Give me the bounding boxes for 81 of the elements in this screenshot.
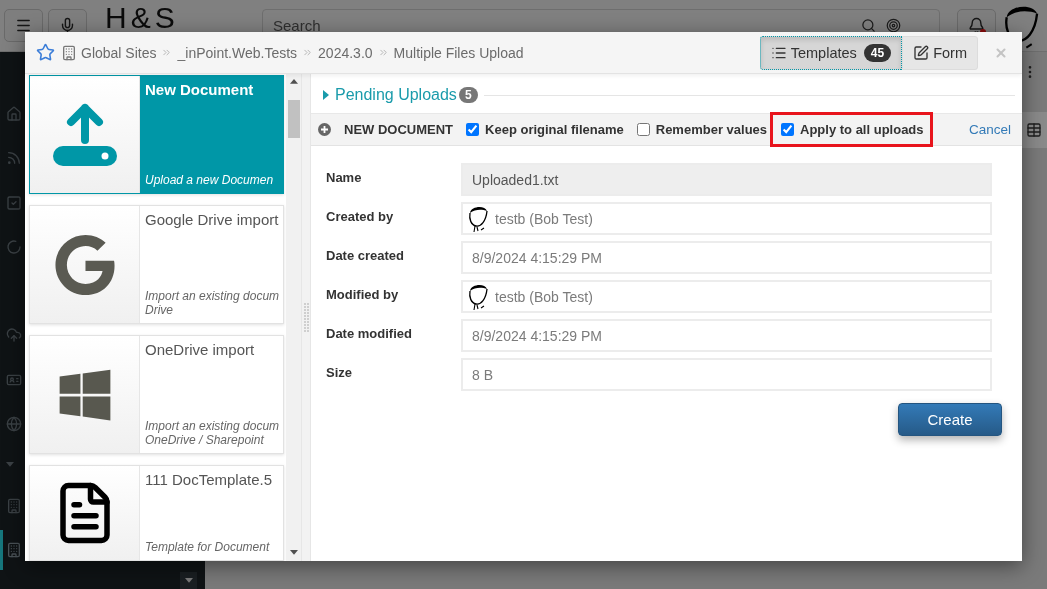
building-icon[interactable] bbox=[6, 497, 22, 514]
count-badge: 45 bbox=[863, 43, 892, 62]
building-icon[interactable] bbox=[6, 541, 22, 558]
template-description: Upload a new Documen bbox=[145, 173, 275, 187]
avatar-icon bbox=[467, 282, 489, 311]
template-card[interactable]: OneDrive import Import an existing docum OneDrive / Sharepoint bbox=[29, 335, 284, 454]
template-description: Import an existing docum Drive bbox=[145, 289, 281, 317]
home-icon[interactable] bbox=[6, 106, 22, 123]
double-chevron-icon bbox=[302, 47, 314, 58]
upload-icon bbox=[51, 102, 118, 167]
input-field[interactable]: testb (Bob Test) bbox=[461, 280, 992, 313]
avatar-icon bbox=[467, 204, 489, 233]
target-icon[interactable] bbox=[886, 18, 901, 33]
field-label: Modified by bbox=[326, 286, 400, 302]
template-card[interactable]: Google Drive import Import an existing docum Drive bbox=[29, 205, 284, 324]
template-description: Template for Document bbox=[145, 540, 271, 554]
dropdown-button[interactable] bbox=[180, 572, 197, 589]
spinner-icon[interactable] bbox=[6, 238, 22, 255]
cancel-link[interactable]: Cancel bbox=[968, 122, 1011, 137]
field-label: Size bbox=[326, 364, 353, 380]
grip-icon[interactable] bbox=[303, 302, 309, 333]
star-icon[interactable] bbox=[36, 43, 55, 62]
caret-down-icon bbox=[184, 578, 193, 583]
close-icon bbox=[994, 45, 1008, 60]
template-title: OneDrive import bbox=[145, 341, 256, 359]
double-chevron-icon bbox=[161, 47, 173, 58]
input-field[interactable]: testb (Bob Test) bbox=[461, 202, 992, 235]
template-title: 111 DocTemplate.5 bbox=[145, 471, 274, 489]
scrollbar[interactable] bbox=[286, 74, 301, 561]
check-square-icon[interactable] bbox=[6, 194, 22, 211]
caret-right-icon bbox=[323, 90, 329, 100]
building-icon bbox=[61, 44, 77, 61]
template-card[interactable]: New Document Upload a new Documen bbox=[29, 75, 284, 194]
toolbar-title: NEW DOCUMENT bbox=[344, 122, 454, 137]
field-label: Created by bbox=[326, 208, 395, 224]
cloud-upload-icon[interactable] bbox=[6, 327, 22, 344]
globe-icon[interactable] bbox=[6, 416, 22, 432]
template-title: Google Drive import bbox=[145, 211, 280, 229]
checkbox[interactable] bbox=[466, 123, 480, 136]
search-input[interactable]: Search bbox=[273, 17, 851, 34]
plus-circle-icon[interactable] bbox=[318, 123, 331, 136]
checkbox[interactable] bbox=[781, 123, 795, 136]
breadcrumb-link[interactable]: _inPoint.Web.Tests bbox=[177, 44, 298, 61]
bell-icon bbox=[968, 17, 985, 34]
count-badge: 5 bbox=[458, 87, 478, 103]
scrollbar-thumb[interactable] bbox=[287, 99, 300, 138]
logo: H&S bbox=[105, 3, 180, 33]
scroll-up-icon bbox=[289, 79, 298, 84]
checkbox[interactable] bbox=[636, 123, 650, 136]
breadcrumb-link[interactable]: 2024.3.0 bbox=[318, 44, 373, 61]
checkbox-label[interactable]: Remember values bbox=[655, 122, 768, 137]
double-chevron-icon bbox=[377, 47, 389, 58]
template-description: Import an existing docum OneDrive / Sharepoint bbox=[145, 419, 281, 447]
rss-icon[interactable] bbox=[6, 150, 22, 167]
toolbar-button[interactable] bbox=[1022, 112, 1047, 148]
view-tab[interactable]: Form bbox=[902, 35, 978, 70]
checkbox-label[interactable]: Apply to all uploads bbox=[800, 122, 924, 137]
menu-icon bbox=[15, 17, 32, 34]
view-tab[interactable]: Templates 45 bbox=[759, 35, 903, 70]
search-icon[interactable] bbox=[861, 18, 876, 33]
microphone-icon bbox=[59, 17, 76, 34]
template-title: New Document bbox=[145, 81, 255, 99]
g-logo-icon bbox=[53, 233, 116, 296]
pending-uploads-toggle[interactable]: Pending Uploads bbox=[323, 86, 457, 104]
caret-down-icon bbox=[6, 462, 14, 468]
breadcrumb-link[interactable]: Global Sites bbox=[81, 44, 157, 61]
field-label: Date modified bbox=[326, 325, 413, 341]
breadcrumb-current: Multiple Files Upload bbox=[393, 44, 524, 61]
checkbox-label[interactable]: Keep original filename bbox=[485, 122, 624, 137]
input-field[interactable]: 8/9/2024 4:15:29 PM bbox=[461, 319, 992, 352]
template-card[interactable]: 111 DocTemplate.5 Template for Document bbox=[29, 465, 284, 561]
input-field[interactable]: 8 B bbox=[461, 358, 992, 391]
table-icon bbox=[1026, 122, 1042, 138]
input-field[interactable]: 8/9/2024 4:15:29 PM bbox=[461, 241, 992, 274]
close-button[interactable] bbox=[994, 45, 1008, 60]
field-label: Date created bbox=[326, 247, 406, 263]
create-button[interactable]: Create bbox=[898, 403, 1002, 436]
edit-icon bbox=[913, 44, 930, 61]
field-label: Name bbox=[326, 169, 363, 185]
scroll-down-icon bbox=[289, 550, 298, 555]
input-field: Uploaded1.txt bbox=[461, 163, 992, 196]
